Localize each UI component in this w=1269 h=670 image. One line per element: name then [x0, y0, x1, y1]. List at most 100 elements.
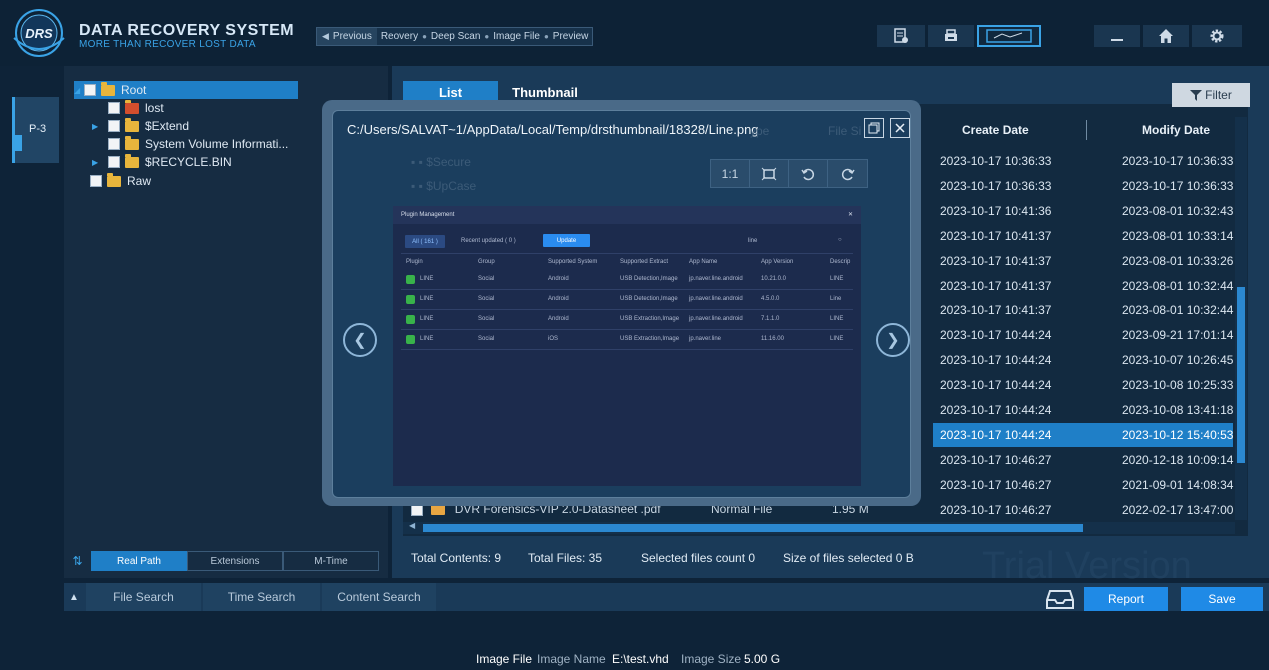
vertical-scrollbar[interactable] — [1235, 117, 1247, 520]
tree-checkbox[interactable] — [84, 84, 96, 96]
tree-checkbox[interactable] — [90, 175, 102, 187]
print-button[interactable] — [928, 25, 974, 47]
content-search-tab[interactable]: Content Search — [322, 583, 436, 611]
tree-node-recycle-bin[interactable]: ▶ $RECYCLE.BIN — [92, 153, 232, 171]
table-row[interactable]: 2023-10-17 10:44:24 2023-10-08 13:41:18 — [933, 398, 1233, 422]
sort-icon[interactable]: ⇅ — [64, 554, 91, 568]
preview-toggle-button[interactable] — [977, 25, 1041, 47]
column-separator[interactable] — [1086, 120, 1087, 140]
tree-node-system-volume[interactable]: System Volume Informati... — [108, 135, 288, 153]
tree-node-raw[interactable]: Raw — [90, 172, 151, 190]
table-row[interactable]: 2023-10-17 10:44:24 2023-09-21 17:01:14 — [933, 323, 1233, 347]
table-row[interactable]: 2023-10-17 10:36:33 2023-10-17 10:36:33 — [933, 174, 1233, 198]
table-row[interactable]: 2023-10-17 10:44:24 2023-10-07 10:26:45 — [933, 348, 1233, 372]
tree-checkbox[interactable] — [108, 120, 120, 132]
breadcrumb-step-image-file[interactable]: Image File — [489, 31, 544, 42]
report-list-button[interactable] — [877, 25, 925, 47]
horizontal-scrollbar[interactable]: ◀ — [403, 521, 1235, 534]
tree-checkbox[interactable] — [108, 156, 120, 168]
save-button[interactable]: Save — [1181, 587, 1263, 611]
file-search-tab[interactable]: File Search — [86, 583, 201, 611]
tree-node-lost[interactable]: lost — [98, 99, 164, 117]
preview-image-update: Update — [543, 234, 590, 247]
settings-button[interactable] — [1192, 25, 1242, 47]
restore-window-button[interactable] — [864, 118, 884, 138]
create-date-cell: 2023-10-17 10:36:33 — [940, 154, 1052, 168]
tree-node-label: System Volume Informati... — [145, 137, 289, 151]
preview-image-cell: USB Detection,Image — [620, 276, 678, 282]
create-date-cell: 2023-10-17 10:41:37 — [940, 303, 1052, 318]
folder-icon — [125, 135, 139, 150]
tree-checkbox[interactable] — [108, 102, 120, 114]
rotate-left-button[interactable] — [789, 160, 828, 187]
breadcrumb-step-preview[interactable]: Preview — [549, 31, 593, 42]
modify-date-cell: 2023-09-21 17:01:14 — [1122, 328, 1234, 343]
sort-tab-real-path[interactable]: Real Path — [91, 551, 187, 571]
table-row[interactable]: 2023-10-17 10:41:37 2023-08-01 10:33:26 — [933, 249, 1233, 273]
collapsed-arrow-icon[interactable]: ▶ — [92, 158, 108, 167]
tree-node-extend[interactable]: ▶ $Extend — [92, 117, 189, 135]
filter-button[interactable]: Filter — [1172, 83, 1250, 107]
folder-icon — [125, 153, 139, 168]
line-app-icon — [406, 275, 415, 284]
drs-logo: DRS — [13, 9, 65, 57]
table-row[interactable]: 2023-10-17 10:41:37 2023-08-01 10:32:44 — [933, 274, 1233, 298]
scroll-thumb[interactable] — [423, 524, 1083, 532]
tree-node-label: $Extend — [145, 119, 190, 133]
table-row[interactable]: 2023-10-17 10:46:27 2020-12-18 10:09:14 — [933, 448, 1233, 472]
table-row[interactable]: 2023-10-17 10:36:33 2023-10-17 10:36:33 — [933, 149, 1233, 173]
rotate-right-button[interactable] — [828, 160, 867, 187]
home-button[interactable] — [1143, 25, 1189, 47]
total-contents: Total Contents: 9 — [411, 551, 502, 565]
filter-label: Filter — [1205, 88, 1232, 102]
image-name-label: Image Name — [537, 652, 606, 666]
image-size-value: 5.00 G — [744, 652, 781, 666]
table-row[interactable]: 2023-10-17 10:44:24 2023-10-08 10:25:33 — [933, 373, 1233, 397]
time-search-tab[interactable]: Time Search — [203, 583, 320, 611]
sort-tab-extensions[interactable]: Extensions — [187, 551, 283, 571]
tree-node-root[interactable]: ◢ Root — [74, 81, 298, 99]
tree-checkbox[interactable] — [108, 138, 120, 150]
breadcrumb-step-deep-scan[interactable]: Deep Scan — [427, 31, 484, 42]
actual-size-button[interactable]: 1:1 — [711, 160, 750, 187]
table-row[interactable]: 2023-10-17 10:41:37 2023-08-01 10:32:44 — [933, 298, 1233, 322]
divider — [401, 289, 853, 290]
previous-button[interactable]: ◀ Previous — [317, 28, 377, 45]
table-row[interactable]: 2023-10-17 10:41:37 2023-08-01 10:33:14 — [933, 224, 1233, 248]
table-row[interactable]: 2023-10-17 10:46:27 2021-09-01 14:08:34 — [933, 473, 1233, 497]
report-button[interactable]: Report — [1084, 587, 1168, 611]
back-arrow-icon: ◀ — [322, 31, 329, 41]
close-preview-button[interactable] — [890, 118, 910, 138]
expand-up-icon[interactable]: ▲ — [64, 583, 84, 611]
grip-icon — [12, 135, 22, 151]
expanded-arrow-icon[interactable]: ◢ — [74, 86, 84, 95]
column-header-modify-date[interactable]: Modify Date — [1142, 117, 1210, 143]
minimize-button[interactable] — [1094, 25, 1140, 47]
table-row[interactable]: 2023-10-17 10:46:27 2022-02-17 13:47:00 — [933, 498, 1233, 522]
create-date-cell: 2023-10-17 10:46:27 — [940, 502, 1052, 517]
modify-date-cell: 2023-08-01 10:32:43 — [1122, 203, 1234, 218]
ghost-column-size: File Si — [828, 124, 862, 138]
previous-image-button[interactable]: ❮ — [343, 323, 377, 357]
line-app-icon — [406, 295, 415, 304]
column-header-create-date[interactable]: Create Date — [962, 117, 1029, 143]
create-date-cell: 2023-10-17 10:44:24 — [940, 353, 1052, 368]
preview-image-title: Plugin Management — [401, 212, 455, 218]
collapsed-arrow-icon[interactable]: ▶ — [92, 122, 108, 131]
partition-tab[interactable]: P-3 — [12, 97, 59, 163]
inbox-icon[interactable] — [1046, 588, 1074, 610]
scroll-thumb[interactable] — [1237, 287, 1245, 463]
filter-icon — [1190, 89, 1203, 101]
modify-date-cell: 2023-10-08 13:41:18 — [1122, 403, 1234, 417]
scroll-left-icon[interactable]: ◀ — [409, 521, 415, 530]
next-image-button[interactable]: ❯ — [876, 323, 910, 357]
brand-subtitle: MORE THAN RECOVER LOST DATA — [79, 39, 256, 50]
chevron-left-icon: ❮ — [353, 332, 367, 349]
table-row[interactable]: 2023-10-17 10:44:24 2023-10-12 15:40:53 — [933, 422, 1233, 447]
create-date-cell: 2023-10-17 10:36:33 — [940, 178, 1052, 193]
sort-tab-m-time[interactable]: M-Time — [283, 551, 379, 571]
fit-window-button[interactable] — [750, 160, 789, 187]
breadcrumb-step-recovery[interactable]: Reovery — [377, 31, 422, 42]
top-bar: DRS DATA RECOVERY SYSTEM MORE THAN RECOV… — [0, 0, 1269, 66]
table-row[interactable]: 2023-10-17 10:41:36 2023-08-01 10:32:43 — [933, 199, 1233, 223]
